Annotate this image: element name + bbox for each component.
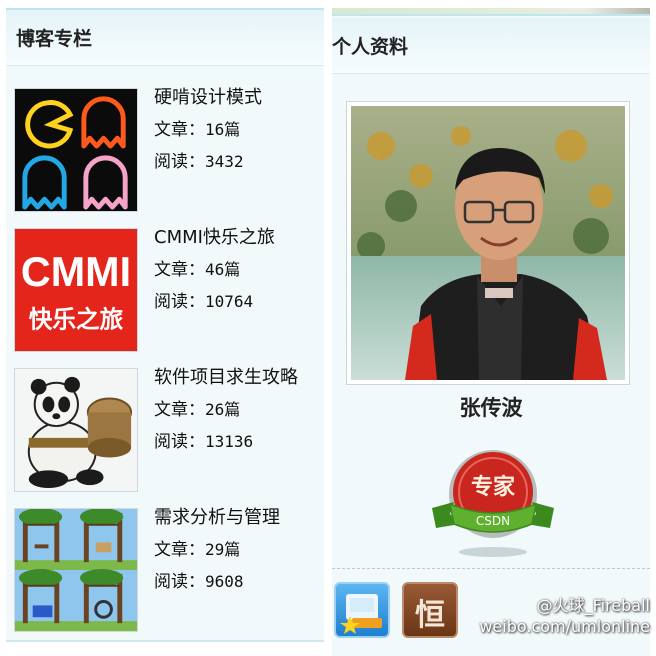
blog-columns-title: 博客专栏 (16, 28, 93, 50)
blog-column-info: 需求分析与管理 文章：29篇 阅读：9608 (154, 508, 280, 593)
profile-header: 个人资料 (332, 18, 650, 74)
profile-title: 个人资料 (332, 36, 409, 58)
blog-column-item: 硬啃设计模式 文章：16篇 阅读：3432 (6, 88, 324, 212)
reads-value: 13136 (205, 432, 254, 451)
reads-value: 10764 (205, 292, 254, 311)
blog-column-info: 软件项目求生攻略 文章：26篇 阅读：13136 (154, 368, 298, 453)
blog-column-info: CMMI快乐之旅 文章：46篇 阅读：10764 (154, 228, 275, 313)
blog-column-item: 需求分析与管理 文章：29篇 阅读：9608 (6, 508, 324, 632)
articles-label: 文章： (154, 540, 205, 560)
blog-column-item: CMMI 快乐之旅 CMMI快乐之旅 文章：46篇 阅读：10764 (6, 228, 324, 352)
article-count: 文章：26篇 (154, 400, 298, 420)
column-title-link[interactable]: 软件项目求生攻略 (154, 368, 298, 388)
top-decoration-bar (332, 8, 650, 16)
watermark-url: weibo.com/umlonline (479, 617, 650, 636)
kungfu-panda-icon[interactable] (14, 368, 138, 492)
avatar[interactable] (346, 101, 630, 385)
panel-bottom-border (6, 640, 324, 642)
reads-label: 阅读： (154, 432, 205, 452)
column-title-link[interactable]: 需求分析与管理 (154, 508, 280, 528)
blog-column-item: 软件项目求生攻略 文章：26篇 阅读：13136 (6, 368, 324, 492)
reads-value: 3432 (205, 152, 244, 171)
expert-badge-icon[interactable]: 专家 CSDN (430, 448, 556, 558)
blog-columns-panel: 博客专栏 硬啃设计模式 文章：16篇 阅读：3432 CMMI 快乐之旅 CMM… (6, 8, 324, 642)
read-count: 阅读：13136 (154, 432, 298, 452)
persistence-icon[interactable]: 恒 (402, 582, 458, 638)
reads-label: 阅读： (154, 572, 205, 592)
profile-panel: 个人资料 张传波 专家 CSDN 恒 (332, 8, 650, 656)
playground-trees-icon[interactable] (14, 508, 138, 632)
articles-label: 文章： (154, 120, 205, 140)
articles-value: 26篇 (205, 400, 241, 419)
reads-value: 9608 (205, 572, 244, 591)
reads-label: 阅读： (154, 292, 205, 312)
cmmi-logo[interactable]: CMMI 快乐之旅 (14, 228, 138, 352)
pacman-ghosts-icon[interactable] (14, 88, 138, 212)
read-count: 阅读：3432 (154, 152, 262, 172)
cmmi-logo-text: CMMI (21, 249, 131, 295)
blog-column-info: 硬啃设计模式 文章：16篇 阅读：3432 (154, 88, 262, 173)
articles-value: 16篇 (205, 120, 241, 139)
article-count: 文章：29篇 (154, 540, 280, 560)
article-count: 文章：46篇 (154, 260, 275, 280)
read-count: 阅读：10764 (154, 292, 275, 312)
section-divider (332, 568, 650, 569)
profile-name[interactable]: 张传波 (332, 392, 650, 422)
persistence-glyph: 恒 (415, 598, 445, 633)
column-title-link[interactable]: 硬啃设计模式 (154, 88, 262, 108)
expert-badge-text: 专家 (471, 474, 516, 500)
articles-label: 文章： (154, 260, 205, 280)
article-count: 文章：16篇 (154, 120, 262, 140)
column-title-link[interactable]: CMMI快乐之旅 (154, 228, 275, 248)
articles-value: 29篇 (205, 540, 241, 559)
reads-label: 阅读： (154, 152, 205, 172)
weibo-watermark: @火球_Fireball weibo.com/umlonline (479, 596, 650, 638)
csdn-ribbon-text: CSDN (476, 514, 510, 528)
blog-columns-header: 博客专栏 (6, 10, 324, 66)
blog-medal-icon[interactable] (334, 582, 390, 638)
cmmi-logo-subtext: 快乐之旅 (29, 305, 124, 333)
watermark-handle: @火球_Fireball (536, 596, 650, 615)
read-count: 阅读：9608 (154, 572, 280, 592)
articles-value: 46篇 (205, 260, 241, 279)
articles-label: 文章： (154, 400, 205, 420)
